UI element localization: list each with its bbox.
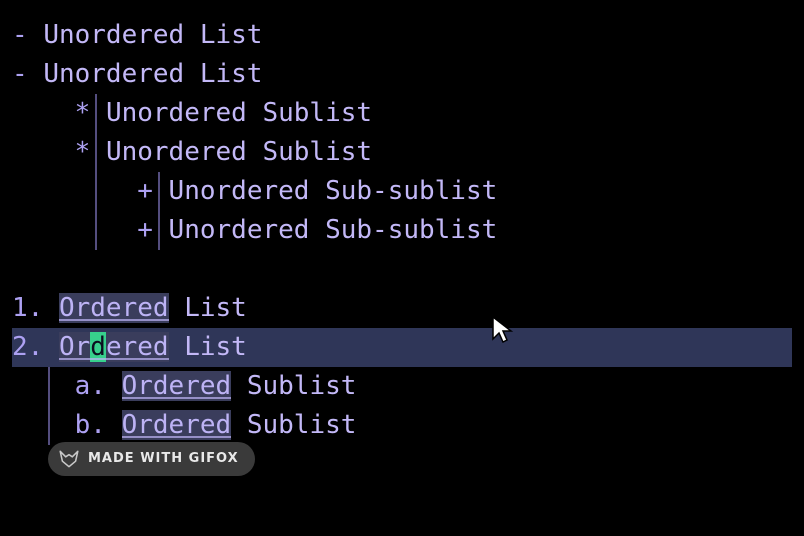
blank-line [12, 250, 792, 289]
indent-guide [158, 172, 160, 211]
ol-item-2-cursor-line: 2. Ordered List [12, 328, 792, 367]
space [43, 332, 59, 362]
highlighted-word: Ordered [122, 410, 232, 440]
ul-item-1: - Unordered List [12, 16, 792, 55]
list-text: Unordered Sublist [106, 137, 372, 167]
indent [12, 98, 75, 128]
list-text: Unordered List [43, 20, 262, 50]
indent [12, 410, 75, 440]
ul-item-2: - Unordered List [12, 55, 792, 94]
ul-subsub-item-2: + Unordered Sub-sublist [12, 211, 792, 250]
indent-guide [95, 172, 97, 211]
indent-guide [95, 211, 97, 250]
list-marker: - [12, 59, 43, 89]
ol-sub-item-a: a. Ordered Sublist [12, 367, 792, 406]
list-text: Unordered Sub-sublist [169, 176, 498, 206]
list-text: Sublist [231, 371, 356, 401]
indent-guide [95, 133, 97, 172]
ul-subsub-item-1: + Unordered Sub-sublist [12, 172, 792, 211]
list-marker: + [137, 176, 168, 206]
indent [12, 215, 137, 245]
ol-item-1: 1. Ordered List [12, 289, 792, 328]
text-pre-cursor: Or [59, 332, 90, 362]
ul-sub-item-1: * Unordered Sublist [12, 94, 792, 133]
indent-guide [95, 94, 97, 133]
space [106, 371, 122, 401]
list-text: List [169, 293, 247, 323]
indent-guide [158, 211, 160, 250]
space [43, 293, 59, 323]
block-cursor: d [90, 332, 106, 362]
mouse-cursor-icon [492, 316, 514, 346]
highlighted-word: Ordered [59, 332, 169, 362]
highlighted-word: Ordered [59, 293, 169, 323]
indent-guide [48, 406, 50, 445]
list-letter: a. [75, 371, 106, 401]
list-marker: * [75, 98, 106, 128]
list-marker: * [75, 137, 106, 167]
list-letter: b. [75, 410, 106, 440]
space [106, 410, 122, 440]
list-text: Unordered Sub-sublist [169, 215, 498, 245]
editor-content[interactable]: - Unordered List - Unordered List * Unor… [12, 16, 792, 445]
list-text: List [169, 332, 247, 362]
gifox-badge[interactable]: MADE WITH GIFOX [48, 442, 255, 476]
ol-sub-item-b: b. Ordered Sublist [12, 406, 792, 445]
list-number: 1. [12, 293, 43, 323]
list-marker: - [12, 20, 43, 50]
indent [12, 176, 137, 206]
text-post-cursor: ered [106, 332, 169, 362]
indent [12, 371, 75, 401]
list-text: Unordered Sublist [106, 98, 372, 128]
indent-guide [48, 367, 50, 406]
list-text: Sublist [231, 410, 356, 440]
highlighted-word: Ordered [122, 371, 232, 401]
fox-icon [58, 450, 80, 468]
list-text: Unordered List [43, 59, 262, 89]
list-marker: + [137, 215, 168, 245]
ul-sub-item-2: * Unordered Sublist [12, 133, 792, 172]
list-number: 2. [12, 332, 43, 362]
badge-label: MADE WITH GIFOX [88, 449, 239, 469]
indent [12, 137, 75, 167]
